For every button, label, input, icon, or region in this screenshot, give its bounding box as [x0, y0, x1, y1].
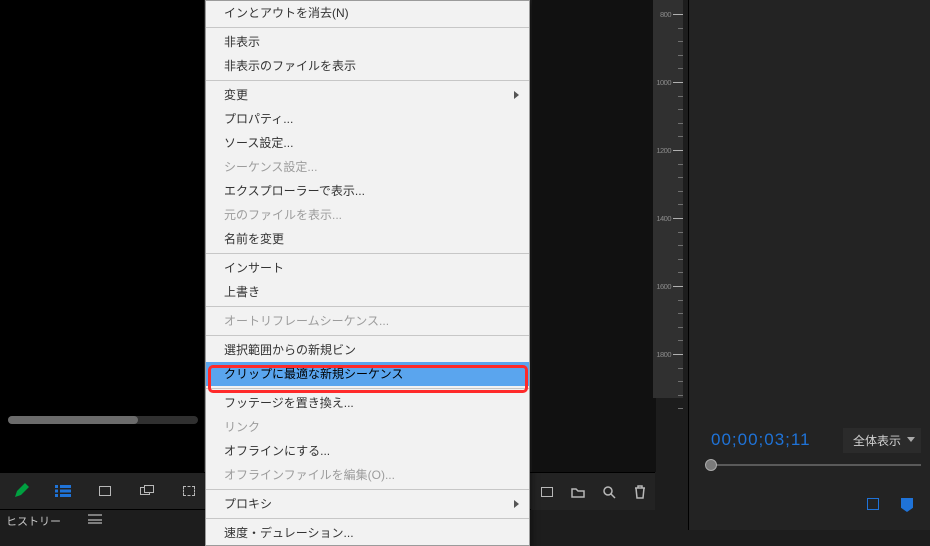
ruler-tick-minor [678, 245, 683, 246]
search-icon[interactable] [601, 484, 617, 500]
menu-item[interactable]: エクスプローラーで表示... [206, 179, 529, 203]
ruler-tick-minor [678, 300, 683, 301]
chevron-right-icon [514, 500, 519, 508]
list-icon[interactable] [54, 482, 72, 500]
menu-item[interactable]: 速度・デュレーション... [206, 521, 529, 545]
ruler-tick-minor [678, 41, 683, 42]
menu-separator [206, 388, 529, 389]
menu-item[interactable]: クリップに最適な新規シーケンス [206, 362, 529, 386]
menu-item[interactable]: プロキシ [206, 492, 529, 516]
menu-item: オフラインファイルを編集(O)... [206, 463, 529, 487]
chevron-right-icon [514, 91, 519, 99]
ruler-tick-minor [678, 408, 683, 409]
menu-item: リンク [206, 415, 529, 439]
ruler-label: 1400 [656, 214, 671, 223]
panel-scrollbar[interactable] [8, 416, 198, 424]
menu-item: シーケンス設定... [206, 155, 529, 179]
project-toolbar-right [531, 472, 655, 510]
pencil-icon[interactable] [12, 482, 30, 500]
menu-item[interactable]: ソース設定... [206, 131, 529, 155]
ruler-tick-minor [678, 232, 683, 233]
marker-icon[interactable] [867, 498, 879, 510]
ruler-tick-minor [678, 123, 683, 124]
scrollbar-thumb[interactable] [8, 416, 138, 424]
menu-separator [206, 27, 529, 28]
trash-icon[interactable] [632, 484, 648, 500]
ruler-tick-minor [678, 191, 683, 192]
ruler-tick-minor [678, 136, 683, 137]
zoom-select[interactable]: 全体表示 [843, 428, 921, 453]
ruler-tick-minor [678, 96, 683, 97]
ruler-tick [673, 82, 683, 83]
ruler-tick [673, 354, 683, 355]
stack-icon[interactable] [138, 482, 156, 500]
ruler-label: 1200 [656, 146, 671, 155]
tag-icon[interactable] [901, 498, 913, 512]
timecode-display[interactable]: 00;00;03;11 [711, 430, 811, 450]
menu-separator [206, 80, 529, 81]
ruler-tick-minor [678, 28, 683, 29]
vertical-ruler: 800 1000 1200 1400 1600 1800 [653, 0, 683, 398]
ruler-tick-minor [678, 68, 683, 69]
ruler-tick-minor [678, 272, 683, 273]
ruler-tick-minor [678, 164, 683, 165]
menu-item[interactable]: インとアウトを消去(N) [206, 1, 529, 25]
menu-item: 元のファイルを表示... [206, 203, 529, 227]
ruler-label: 1000 [656, 78, 671, 87]
menu-item[interactable]: 選択範囲からの新規ビン [206, 338, 529, 362]
ruler-tick [673, 286, 683, 287]
menu-separator [206, 306, 529, 307]
ruler-tick-minor [678, 259, 683, 260]
menu-item[interactable]: 非表示 [206, 30, 529, 54]
ruler-label: 1600 [656, 282, 671, 291]
ruler-tick-minor [678, 55, 683, 56]
panel-menu-icon[interactable] [88, 514, 102, 524]
ruler-tick-minor [678, 327, 683, 328]
ruler-tick [673, 14, 683, 15]
ruler-tick [673, 150, 683, 151]
menu-item[interactable]: 名前を変更 [206, 227, 529, 251]
ruler-tick-minor [678, 340, 683, 341]
menu-item[interactable]: オフラインにする... [206, 439, 529, 463]
ruler-label: 1800 [656, 350, 671, 359]
menu-separator [206, 518, 529, 519]
ruler-tick [673, 218, 683, 219]
preview-panel [0, 0, 205, 472]
ruler-tick-minor [678, 381, 683, 382]
menu-item[interactable]: フッテージを置き換え... [206, 391, 529, 415]
slider-knob[interactable] [705, 459, 717, 471]
menu-item[interactable]: 非表示のファイルを表示 [206, 54, 529, 78]
ruler-label: 800 [660, 10, 671, 19]
menu-item: オートリフレームシーケンス... [206, 309, 529, 333]
frame-icon[interactable] [96, 482, 114, 500]
menu-item[interactable]: 上書き [206, 280, 529, 304]
program-monitor-panel: 00;00;03;11 全体表示 [688, 0, 930, 530]
menu-item[interactable]: インサート [206, 256, 529, 280]
history-tab-label[interactable]: ヒストリー [6, 513, 61, 529]
new-item-icon[interactable] [539, 484, 555, 500]
gap-panel [532, 0, 656, 472]
menu-separator [206, 253, 529, 254]
ruler-tick-minor [678, 177, 683, 178]
playhead-slider[interactable] [711, 464, 921, 466]
clip-icon[interactable] [180, 482, 198, 500]
clip-context-menu: インとアウトを消去(N) 非表示非表示のファイルを表示変更プロパティ...ソース設… [205, 0, 530, 546]
menu-item[interactable]: 変更 [206, 83, 529, 107]
ruler-tick-minor [678, 395, 683, 396]
menu-item[interactable]: プロパティ... [206, 107, 529, 131]
ruler-tick-minor [678, 204, 683, 205]
zoom-select-label: 全体表示 [853, 434, 901, 448]
monitor-controls [689, 494, 930, 514]
menu-separator [206, 489, 529, 490]
folder-icon[interactable] [570, 484, 586, 500]
menu-separator [206, 335, 529, 336]
ruler-tick-minor [678, 109, 683, 110]
ruler-tick-minor [678, 368, 683, 369]
ruler-tick-minor [678, 313, 683, 314]
